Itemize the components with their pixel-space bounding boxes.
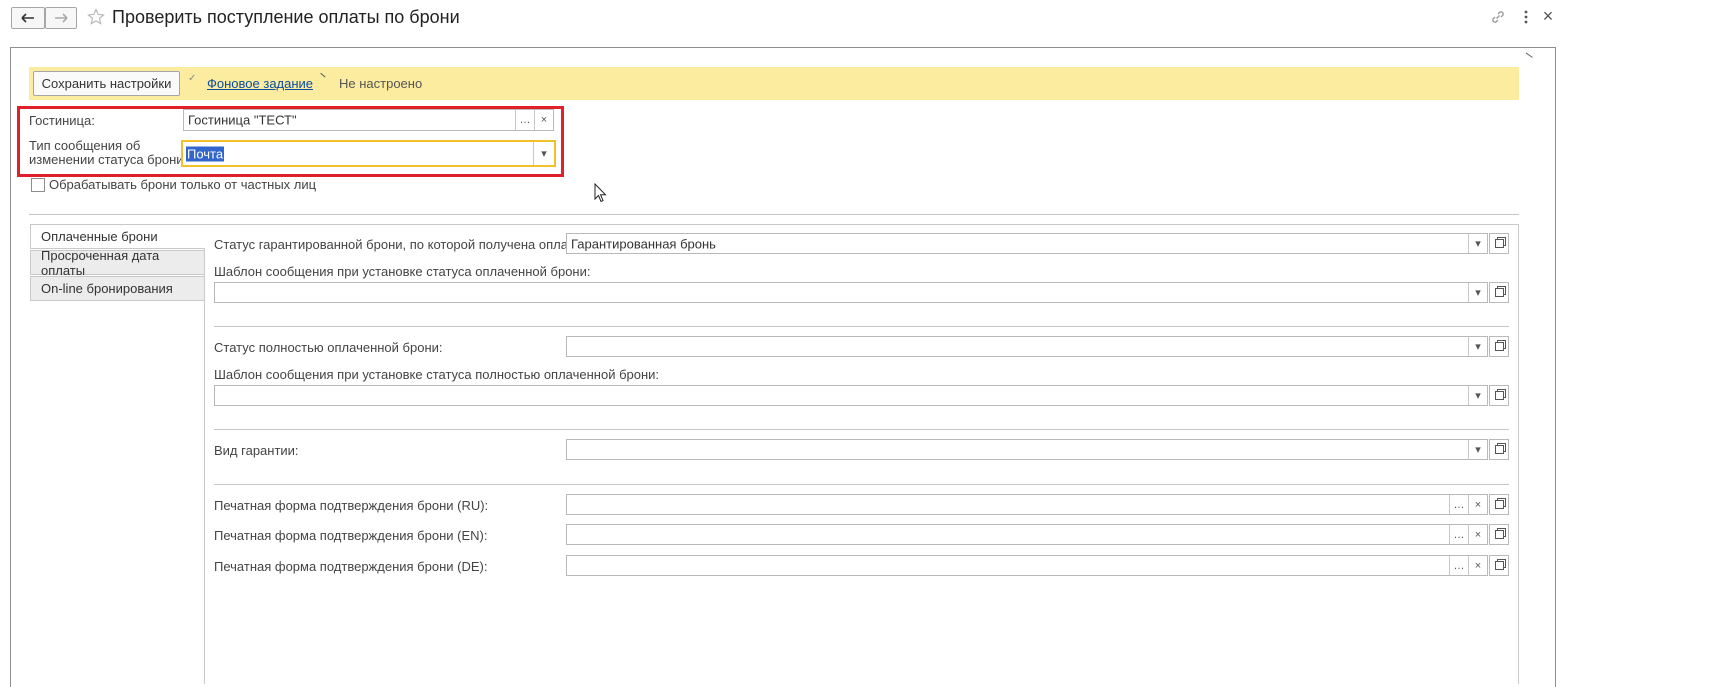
clear-icon: × [1474,559,1482,572]
open-icon [1494,445,1504,454]
fully-paid-status-open-button[interactable] [1489,336,1509,357]
open-icon [1494,288,1504,297]
print-form-en-clear-button[interactable]: × [1468,525,1487,544]
print-form-de-label: Печатная форма подтверждения брони (DE): [214,559,488,574]
message-type-label-line1: Тип сообщения об [29,138,141,153]
paid-template-dropdown-button[interactable]: ▾ [1468,283,1487,302]
open-icon [1494,500,1504,509]
print-form-de-open-button[interactable] [1489,555,1509,576]
fully-paid-status-label: Статус полностью оплаченной брони: [214,340,443,355]
print-form-de-field[interactable]: … × [566,555,1488,576]
print-form-en-open-button[interactable] [1489,524,1509,545]
save-settings-button[interactable]: Сохранить настройки [33,71,180,96]
arrow-left-icon [21,13,34,23]
print-form-ru-label: Печатная форма подтверждения брони (RU): [214,498,489,513]
tab-label: Просроченная дата оплаты [41,247,160,278]
hotel-label: Гостиница: [29,113,95,128]
open-icon [1494,239,1504,248]
message-type-field[interactable]: Почта ▾ [181,140,556,167]
fully-paid-status-dropdown-button[interactable]: ▾ [1468,337,1487,356]
window-title: Проверить поступление оплаты по брони [112,7,460,27]
more-vertical-icon [1524,10,1528,24]
close-icon: × [1542,5,1554,26]
private-only-label: Обрабатывать брони только от частных лиц [49,177,317,192]
clear-icon: × [540,114,548,126]
clear-icon: × [1474,498,1482,511]
not-configured-status: Не настроено [339,76,423,91]
message-type-dropdown-button[interactable]: ▾ [533,142,554,165]
message-type-label-line2: изменении статуса брони: [29,152,188,167]
message-type-value: Почта [186,146,225,161]
dropdown-arrow-icon: ▾ [1475,287,1481,299]
tab-label: On-line бронирования [41,281,173,296]
fully-paid-template-dropdown-button[interactable]: ▾ [1468,386,1487,405]
hotel-value: Гостиница "ТЕСТ" [188,112,297,128]
favorite-star-button[interactable] [87,8,105,26]
check-icon: ✓ [188,73,197,84]
more-actions-button[interactable] [1518,9,1534,25]
guarantee-type-label: Вид гарантии: [214,443,299,458]
group-divider [214,484,1509,485]
print-form-de-clear-button[interactable]: × [1468,556,1487,575]
close-window-button[interactable]: × [1538,5,1558,27]
hotel-clear-button[interactable]: × [534,110,553,130]
open-icon [1494,342,1504,351]
link-icon [1492,11,1504,23]
dropdown-arrow-icon: ▾ [1475,390,1481,402]
group-divider [214,429,1509,430]
dropdown-arrow-icon: ▾ [1475,444,1481,456]
print-form-en-label: Печатная форма подтверждения брони (EN): [214,528,488,543]
paid-template-field[interactable]: ▾ [214,282,1488,303]
guarantee-type-open-button[interactable] [1489,439,1509,460]
tab-label: Оплаченные брони [41,229,158,244]
paid-template-label: Шаблон сообщения при установке статуса о… [214,264,591,279]
print-form-en-field[interactable]: … × [566,524,1488,545]
dropdown-arrow-icon: ▾ [1475,341,1481,353]
tab-paid-bookings[interactable]: Оплаченные брони [30,224,205,249]
group-divider [214,326,1509,327]
guarantee-type-dropdown-button[interactable]: ▾ [1468,440,1487,459]
tab-overdue-payment[interactable]: Просроченная дата оплаты [30,247,205,278]
forward-button[interactable] [45,7,77,29]
print-form-ru-open-button[interactable] [1489,494,1509,515]
guaranteed-status-field[interactable]: Гарантированная бронь ▾ [566,233,1488,254]
copy-link-button[interactable] [1490,9,1506,25]
arrow-right-icon [55,13,68,23]
background-job-link[interactable]: Фоновое задание [207,76,313,91]
fully-paid-template-label: Шаблон сообщения при установке статуса п… [214,367,660,382]
star-icon [87,8,105,25]
section-divider [29,214,1519,215]
guaranteed-status-open-button[interactable] [1489,233,1509,254]
paid-template-open-button[interactable] [1489,282,1509,303]
print-form-de-select-button[interactable]: … [1449,556,1468,575]
fully-paid-template-open-button[interactable] [1489,385,1509,406]
tab-online-bookings[interactable]: On-line бронирования [30,276,205,301]
guaranteed-status-label: Статус гарантированной брони, по которой… [214,237,585,252]
back-button[interactable] [11,7,45,29]
mouse-pointer-icon [594,182,607,206]
hotel-field[interactable]: Гостиница "ТЕСТ" … × [183,109,554,131]
private-only-checkbox[interactable] [31,178,45,192]
guaranteed-status-value: Гарантированная бронь [571,236,716,251]
open-icon [1494,530,1504,539]
dropdown-arrow-icon: ▾ [1475,238,1481,250]
clear-icon: × [1474,528,1482,541]
print-form-ru-clear-button[interactable]: × [1468,495,1487,514]
guarantee-type-field[interactable]: ▾ [566,439,1488,460]
print-form-ru-field[interactable]: … × [566,494,1488,515]
open-icon [1494,561,1504,570]
fully-paid-status-field[interactable]: ▾ [566,336,1488,357]
print-form-ru-select-button[interactable]: … [1449,495,1468,514]
open-icon [1494,391,1504,400]
dropdown-arrow-icon: ▾ [541,148,547,160]
fully-paid-template-field[interactable]: ▾ [214,385,1488,406]
hotel-select-button[interactable]: … [515,110,534,130]
print-form-en-select-button[interactable]: … [1449,525,1468,544]
guaranteed-status-dropdown-button[interactable]: ▾ [1468,234,1487,253]
